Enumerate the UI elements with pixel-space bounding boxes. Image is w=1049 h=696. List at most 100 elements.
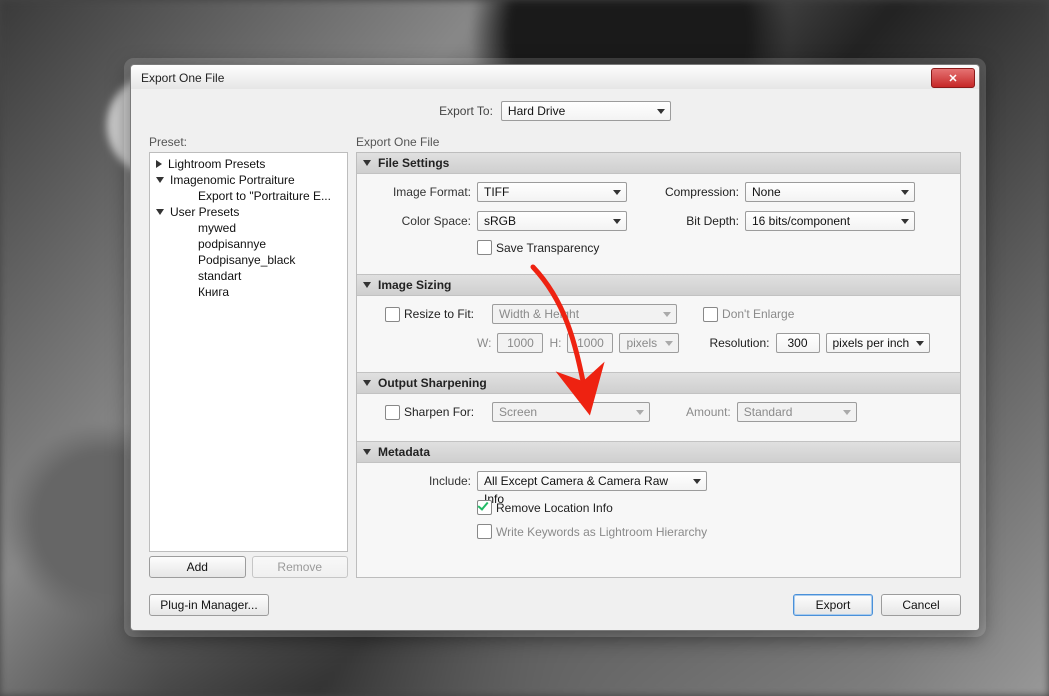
write-keywords-label: Write Keywords as Lightroom Hierarchy	[496, 525, 707, 539]
remove-preset-button[interactable]: Remove	[252, 556, 349, 578]
height-field: 1000	[567, 333, 613, 353]
chevron-down-icon	[363, 449, 371, 455]
chevron-down-icon	[363, 282, 371, 288]
checkbox-icon	[385, 405, 400, 420]
export-to-row: Export To: Hard Drive	[149, 101, 961, 121]
image-format-label: Image Format:	[371, 185, 471, 199]
resize-to-fit-label: Resize to Fit:	[404, 307, 474, 321]
checkbox-icon	[477, 524, 492, 539]
sharpen-for-checkbox[interactable]: Sharpen For:	[385, 405, 474, 420]
save-transparency-checkbox[interactable]: Save Transparency	[477, 240, 599, 255]
close-icon: ✕	[948, 72, 957, 85]
amount-label: Amount:	[686, 405, 731, 419]
section-title: File Settings	[378, 156, 449, 170]
chevron-down-icon	[156, 209, 164, 215]
dim-units-value: pixels	[626, 336, 657, 350]
resolution-units-dropdown[interactable]: pixels per inch	[826, 333, 930, 353]
checkbox-icon	[703, 307, 718, 322]
preset-group-lightroom[interactable]: Lightroom Presets	[152, 156, 345, 172]
add-preset-button[interactable]: Add	[149, 556, 246, 578]
resolution-label: Resolution:	[709, 336, 769, 350]
include-label: Include:	[371, 474, 471, 488]
checkbox-icon	[385, 307, 400, 322]
amount-dropdown: Standard	[737, 402, 857, 422]
remove-location-label: Remove Location Info	[496, 501, 613, 515]
preset-item-portraiture[interactable]: Export to "Portraiture E...	[152, 188, 345, 204]
section-metadata-body: Include: All Except Camera & Camera Raw …	[357, 463, 960, 549]
export-to-label: Export To:	[439, 104, 493, 118]
amount-value: Standard	[744, 405, 793, 419]
tree-label: User Presets	[170, 205, 239, 219]
compression-dropdown[interactable]: None	[745, 182, 915, 202]
resize-mode-value: Width & Height	[499, 307, 579, 321]
tree-label: Книга	[198, 285, 229, 299]
chevron-down-icon	[363, 380, 371, 386]
width-field: 1000	[497, 333, 543, 353]
width-label: W:	[477, 336, 491, 350]
section-file-settings-body: Image Format: TIFF Compression: None Col…	[357, 174, 960, 274]
checkbox-icon	[477, 500, 492, 515]
compression-label: Compression:	[659, 185, 739, 199]
sharpen-for-dropdown: Screen	[492, 402, 650, 422]
tree-label: Imagenomic Portraiture	[170, 173, 295, 187]
tree-label: standart	[198, 269, 241, 283]
chevron-right-icon	[156, 160, 162, 168]
close-button[interactable]: ✕	[931, 68, 975, 88]
bit-depth-value: 16 bits/component	[752, 214, 850, 228]
sharpen-for-label: Sharpen For:	[404, 405, 474, 419]
tree-label: mywed	[198, 221, 236, 235]
color-space-value: sRGB	[484, 214, 516, 228]
include-dropdown[interactable]: All Except Camera & Camera Raw Info	[477, 471, 707, 491]
preset-tree[interactable]: Lightroom Presets Imagenomic Portraiture…	[149, 152, 348, 552]
section-file-settings-header[interactable]: File Settings	[357, 153, 960, 174]
height-label: H:	[549, 336, 561, 350]
titlebar: Export One File ✕	[131, 65, 979, 89]
window-title: Export One File	[141, 71, 224, 85]
write-keywords-checkbox: Write Keywords as Lightroom Hierarchy	[477, 524, 707, 539]
plugin-manager-button[interactable]: Plug-in Manager...	[149, 594, 269, 616]
chevron-down-icon	[363, 160, 371, 166]
right-heading: Export One File	[356, 135, 961, 149]
chevron-down-icon	[156, 177, 164, 183]
section-image-sizing-header[interactable]: Image Sizing	[357, 274, 960, 296]
preset-item-kniga[interactable]: Книга	[152, 284, 345, 300]
export-dialog: Export One File ✕ Export To: Hard Drive …	[130, 64, 980, 631]
dialog-footer: Plug-in Manager... Export Cancel	[149, 594, 961, 616]
dont-enlarge-checkbox: Don't Enlarge	[703, 307, 794, 322]
settings-scroll-area[interactable]: File Settings Image Format: TIFF Compres…	[356, 152, 961, 578]
image-format-dropdown[interactable]: TIFF	[477, 182, 627, 202]
export-button[interactable]: Export	[793, 594, 873, 616]
color-space-dropdown[interactable]: sRGB	[477, 211, 627, 231]
resolution-units-value: pixels per inch	[833, 336, 910, 350]
preset-item-standart[interactable]: standart	[152, 268, 345, 284]
save-transparency-label: Save Transparency	[496, 241, 599, 255]
section-title: Output Sharpening	[378, 376, 487, 390]
section-title: Metadata	[378, 445, 430, 459]
tree-label: podpisannye	[198, 237, 266, 251]
export-to-value: Hard Drive	[508, 104, 565, 118]
preset-item-podpisanye-black[interactable]: Podpisanye_black	[152, 252, 345, 268]
checkbox-icon	[477, 240, 492, 255]
cancel-button[interactable]: Cancel	[881, 594, 961, 616]
tree-label: Podpisanye_black	[198, 253, 295, 267]
export-to-dropdown[interactable]: Hard Drive	[501, 101, 671, 121]
dont-enlarge-label: Don't Enlarge	[722, 307, 794, 321]
resize-to-fit-checkbox[interactable]: Resize to Fit:	[385, 307, 474, 322]
tree-label: Lightroom Presets	[168, 157, 265, 171]
section-title: Image Sizing	[378, 278, 451, 292]
image-format-value: TIFF	[484, 185, 509, 199]
sharpen-for-value: Screen	[499, 405, 537, 419]
resolution-field[interactable]: 300	[776, 333, 820, 353]
dim-units-dropdown: pixels	[619, 333, 679, 353]
preset-item-podpisannye[interactable]: podpisannye	[152, 236, 345, 252]
bit-depth-dropdown[interactable]: 16 bits/component	[745, 211, 915, 231]
tree-label: Export to "Portraiture E...	[198, 189, 331, 203]
section-output-sharpening-header[interactable]: Output Sharpening	[357, 372, 960, 394]
preset-item-mywed[interactable]: mywed	[152, 220, 345, 236]
section-metadata-header[interactable]: Metadata	[357, 441, 960, 463]
preset-group-imagenomic[interactable]: Imagenomic Portraiture	[152, 172, 345, 188]
preset-heading: Preset:	[149, 135, 348, 149]
preset-group-user[interactable]: User Presets	[152, 204, 345, 220]
resize-mode-dropdown: Width & Height	[492, 304, 677, 324]
color-space-label: Color Space:	[371, 214, 471, 228]
